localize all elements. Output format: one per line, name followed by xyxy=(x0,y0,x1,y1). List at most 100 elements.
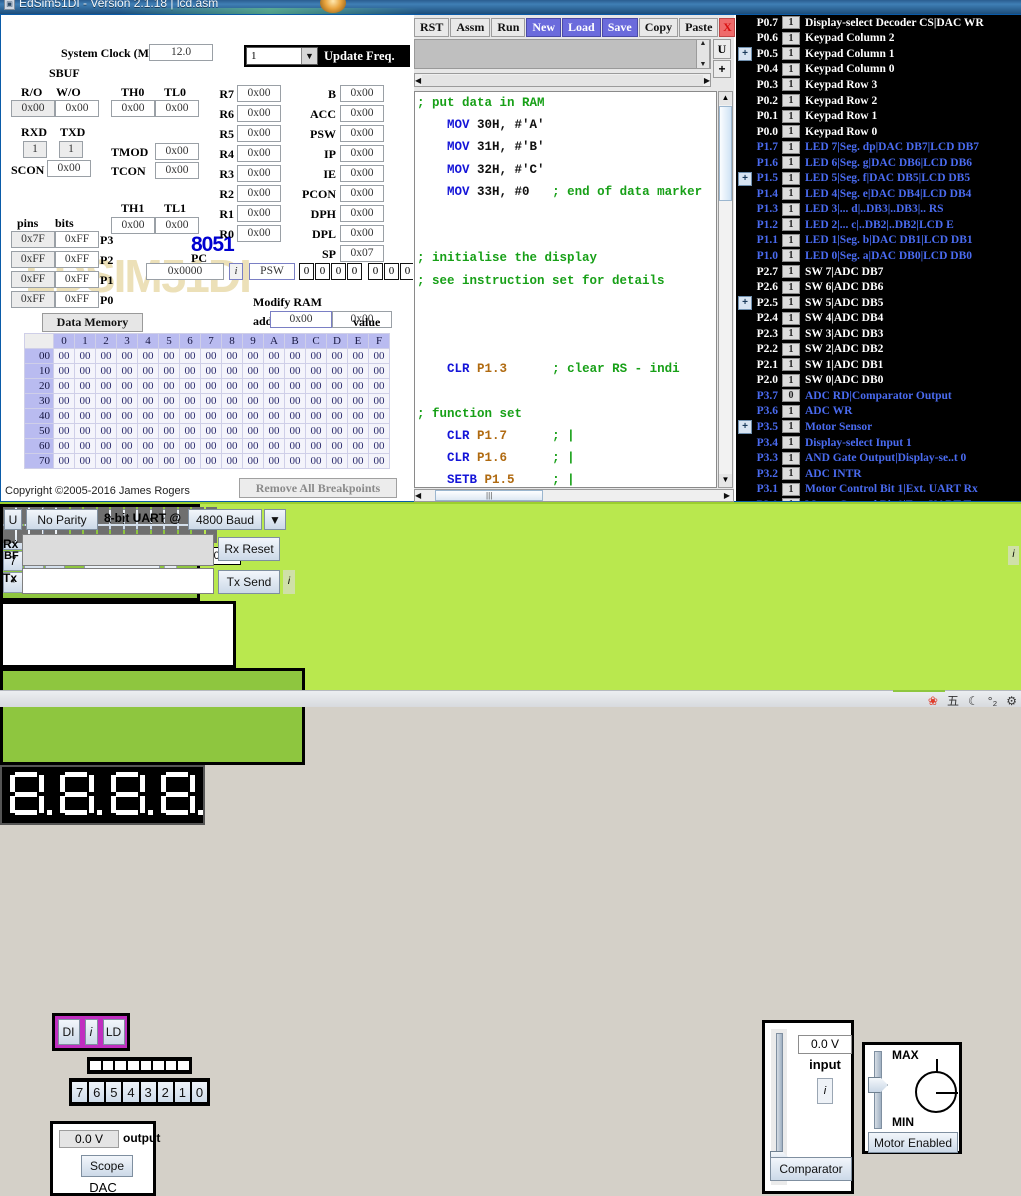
memory-cell[interactable]: 00 xyxy=(179,423,201,439)
th1-input[interactable]: 0x00 xyxy=(111,217,155,234)
motor-enabled-button[interactable]: Motor Enabled xyxy=(868,1132,958,1153)
uart-parity-button[interactable]: No Parity xyxy=(26,509,98,530)
message-bar[interactable] xyxy=(414,39,711,69)
sfr-pin-value[interactable]: 1 xyxy=(782,342,800,356)
wo-input[interactable]: 0x00 xyxy=(55,100,99,117)
memory-cell[interactable]: 00 xyxy=(347,408,369,424)
memory-cell[interactable]: 00 xyxy=(221,438,243,454)
memory-cell[interactable]: 00 xyxy=(368,363,390,379)
scroll-left-icon[interactable]: ◀ xyxy=(415,76,421,85)
display-select-ld-button[interactable]: LD xyxy=(102,1019,125,1045)
tl1-input[interactable]: 0x00 xyxy=(155,217,199,234)
memory-cell[interactable]: 00 xyxy=(347,348,369,364)
memory-cell[interactable]: 00 xyxy=(200,453,222,469)
code-line[interactable] xyxy=(417,314,716,336)
u-button[interactable]: U xyxy=(713,39,731,59)
memory-cell[interactable]: 00 xyxy=(305,408,327,424)
code-line[interactable]: MOV 33H, #0 ; end of data marker xyxy=(417,181,716,203)
sfr-value-sp[interactable]: 0x07 xyxy=(340,245,384,262)
memory-cell[interactable]: 00 xyxy=(158,438,180,454)
sfr-group-expander[interactable]: + xyxy=(738,171,752,186)
memory-cell[interactable]: 00 xyxy=(74,438,96,454)
reg-value-r2[interactable]: 0x00 xyxy=(237,185,281,202)
sfr-value-acc[interactable]: 0x00 xyxy=(340,105,384,122)
memory-cell[interactable]: 00 xyxy=(200,438,222,454)
memory-cell[interactable]: 00 xyxy=(137,438,159,454)
code-line[interactable]: ; initialise the display xyxy=(417,247,716,269)
memory-cell[interactable]: 00 xyxy=(116,378,138,394)
memory-cell[interactable]: 00 xyxy=(242,453,264,469)
memory-cell[interactable]: 00 xyxy=(116,363,138,379)
memory-cell[interactable]: 00 xyxy=(95,453,117,469)
memory-cell[interactable]: 00 xyxy=(242,363,264,379)
memory-cell[interactable]: 00 xyxy=(221,393,243,409)
paw-icon[interactable]: ❀ xyxy=(928,694,938,708)
sfr-pin-value[interactable]: 1 xyxy=(782,47,800,61)
code-line[interactable]: SETB P1.5 ; | xyxy=(417,469,716,487)
data-memory-button[interactable]: Data Memory xyxy=(42,313,143,332)
memory-cell[interactable]: 00 xyxy=(368,348,390,364)
code-new-button[interactable]: New xyxy=(526,17,562,37)
port-bits-p1[interactable]: 0xFF xyxy=(55,271,99,288)
memory-cell[interactable]: 00 xyxy=(221,408,243,424)
memory-cell[interactable]: 00 xyxy=(347,393,369,409)
sfr-pin-value[interactable]: 1 xyxy=(782,156,800,170)
memory-cell[interactable]: 00 xyxy=(179,378,201,394)
memory-cell[interactable]: 00 xyxy=(53,378,75,394)
memory-cell[interactable]: 00 xyxy=(74,378,96,394)
memory-cell[interactable]: 00 xyxy=(116,348,138,364)
sfr-pin-value[interactable]: 1 xyxy=(782,109,800,123)
memory-cell[interactable]: 00 xyxy=(53,363,75,379)
memory-cell[interactable]: 00 xyxy=(74,408,96,424)
memory-cell[interactable]: 00 xyxy=(200,423,222,439)
psw-bit-4[interactable]: 0 xyxy=(368,263,383,280)
memory-cell[interactable]: 00 xyxy=(368,438,390,454)
uart-tx-send-button[interactable]: Tx Send xyxy=(218,570,280,594)
led-switch-6[interactable]: 6 xyxy=(89,1082,105,1102)
sfr-pin-value[interactable]: 1 xyxy=(782,373,800,387)
editor-scroll-down-icon[interactable]: ▼ xyxy=(719,474,732,487)
comparator-button[interactable]: Comparator xyxy=(770,1157,852,1181)
sfr-pin-value[interactable]: 1 xyxy=(782,280,800,294)
sfr-pin-value[interactable]: 1 xyxy=(782,78,800,92)
scroll-up-icon[interactable]: ▲ xyxy=(700,40,707,47)
editor-scroll-left-icon[interactable]: ◀ xyxy=(415,491,421,500)
tcon-input[interactable]: 0x00 xyxy=(155,162,199,179)
port-bits-p2[interactable]: 0xFF xyxy=(55,251,99,268)
code-line[interactable]: MOV 31H, #'B' xyxy=(417,136,716,158)
update-freq-select[interactable]: 1 ▼ xyxy=(246,47,318,65)
memory-cell[interactable]: 00 xyxy=(347,423,369,439)
memory-cell[interactable]: 00 xyxy=(95,408,117,424)
led-switch-2[interactable]: 2 xyxy=(157,1082,173,1102)
memory-cell[interactable]: 00 xyxy=(263,348,285,364)
memory-cell[interactable]: 00 xyxy=(116,408,138,424)
memory-cell[interactable]: 00 xyxy=(347,438,369,454)
sfr-pin-value[interactable]: 1 xyxy=(782,202,800,216)
memory-cell[interactable]: 00 xyxy=(221,348,243,364)
memory-cell[interactable]: 00 xyxy=(368,423,390,439)
memory-cell[interactable]: 00 xyxy=(137,348,159,364)
memory-cell[interactable]: 00 xyxy=(179,348,201,364)
code-line[interactable]: CLR P1.7 ; | xyxy=(417,425,716,447)
code-paste-button[interactable]: Paste xyxy=(679,17,719,37)
memory-cell[interactable]: 00 xyxy=(53,423,75,439)
memory-cell[interactable]: 00 xyxy=(326,378,348,394)
th0-input[interactable]: 0x00 xyxy=(111,100,155,117)
code-line[interactable]: MOV 32H, #'C' xyxy=(417,159,716,181)
reg-value-r6[interactable]: 0x00 xyxy=(237,105,281,122)
memory-cell[interactable]: 00 xyxy=(53,438,75,454)
sfr-group-expander[interactable]: + xyxy=(738,47,752,62)
editor-horizontal-scrollbar[interactable]: ◀ ||| ▶ xyxy=(414,489,734,502)
psw-bit-0[interactable]: 0 xyxy=(299,263,314,280)
led-switch-7[interactable]: 7 xyxy=(72,1082,88,1102)
display-select-info-button[interactable]: i xyxy=(84,1019,98,1045)
memory-cell[interactable]: 00 xyxy=(53,393,75,409)
sfr-pin-value[interactable]: 0 xyxy=(782,389,800,403)
memory-cell[interactable]: 00 xyxy=(242,423,264,439)
memory-cell[interactable]: 00 xyxy=(305,453,327,469)
reg-value-r4[interactable]: 0x00 xyxy=(237,145,281,162)
port-bits-p0[interactable]: 0xFF xyxy=(55,291,99,308)
psw-bit-2[interactable]: 0 xyxy=(331,263,346,280)
scon-input[interactable]: 0x00 xyxy=(47,160,91,177)
memory-cell[interactable]: 00 xyxy=(179,393,201,409)
